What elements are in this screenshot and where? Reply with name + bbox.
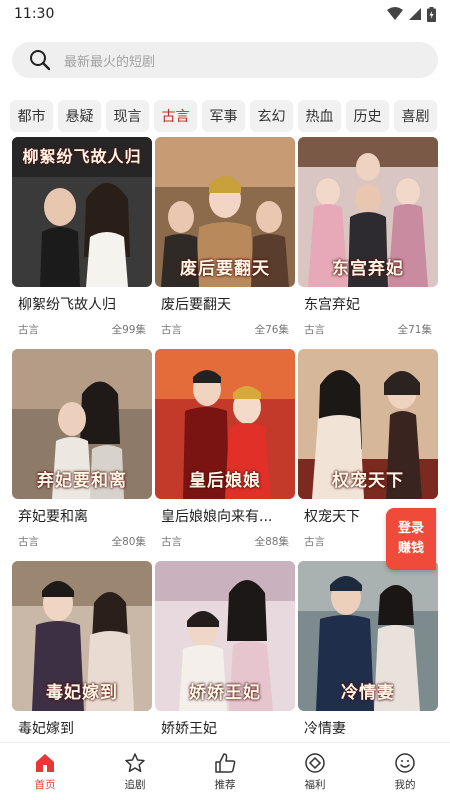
category-tabs: 都市 悬疑 现言 古言 军事 玄幻 热血 历史 喜剧 — [10, 100, 440, 134]
drama-episodes: 全71集 — [397, 324, 432, 336]
nav-following[interactable]: 追剧 — [90, 743, 180, 800]
drama-title[interactable]: 柳絮纷飞故人归 — [12, 294, 146, 314]
promo-line-1: 登录 — [397, 521, 424, 536]
nav-home-label: 首页 — [34, 778, 56, 791]
drama-tag: 古言 — [18, 536, 39, 548]
bottom-nav: 首页 追剧 推荐 福利 我的 — [0, 742, 450, 800]
nav-home[interactable]: 首页 — [0, 743, 90, 800]
drama-poster[interactable]: 弃妃要和离 — [12, 349, 152, 499]
category-tab-lishi[interactable]: 历史 — [346, 100, 389, 132]
search-input[interactable]: 最新最火的短剧 — [64, 51, 155, 70]
home-icon — [36, 753, 54, 772]
drama-card[interactable]: 皇后娘娘 皇后娘娘向来有... 古言 全88集 — [155, 349, 295, 561]
battery-icon — [427, 6, 436, 22]
signal-icon — [409, 8, 421, 20]
gift-diamond-icon — [305, 752, 325, 773]
category-tab-guyan[interactable]: 古言 — [154, 100, 197, 132]
thumbs-up-icon — [215, 752, 236, 773]
star-icon — [125, 752, 145, 772]
drama-tag: 古言 — [161, 536, 182, 548]
drama-poster[interactable]: 冷情妻 — [298, 561, 438, 711]
poster-title: 废后要翻天 — [180, 259, 270, 279]
nav-following-label: 追剧 — [124, 778, 146, 791]
promo-line-2: 赚钱 — [397, 541, 424, 556]
search-bar[interactable]: 最新最火的短剧 — [12, 42, 438, 78]
drama-title[interactable]: 弃妃要和离 — [12, 506, 146, 526]
drama-grid: 柳絮纷飞故人归 柳絮纷飞故人归 古言 全99集 废后要翻天 废后要翻天 古言 全… — [12, 137, 438, 773]
nav-profile-label: 我的 — [394, 778, 416, 791]
drama-title[interactable]: 废后要翻天 — [155, 294, 289, 314]
drama-title[interactable]: 毒妃嫁到 — [12, 718, 146, 738]
drama-tag: 古言 — [161, 324, 182, 336]
drama-card[interactable]: 废后要翻天 废后要翻天 古言 全76集 — [155, 137, 295, 349]
drama-meta: 古言 全76集 — [155, 322, 295, 337]
drama-meta: 古言 全88集 — [155, 534, 295, 549]
drama-tag: 古言 — [304, 536, 325, 548]
drama-card[interactable]: 柳絮纷飞故人归 柳絮纷飞故人归 古言 全99集 — [12, 137, 152, 349]
category-tab-dushi[interactable]: 都市 — [10, 100, 53, 132]
drama-poster[interactable]: 柳絮纷飞故人归 — [12, 137, 152, 287]
drama-tag: 古言 — [304, 324, 325, 336]
poster-title: 娇娇王妃 — [189, 683, 261, 703]
nav-welfare-label: 福利 — [304, 778, 326, 791]
status-bar: 11:30 — [0, 0, 450, 28]
poster-title: 柳絮纷飞故人归 — [22, 147, 142, 166]
login-earn-button[interactable]: 登录 赚钱 — [386, 508, 436, 570]
nav-welfare[interactable]: 福利 — [270, 743, 360, 800]
poster-title: 东宫弃妃 — [332, 259, 404, 279]
drama-meta: 古言 全99集 — [12, 322, 152, 337]
category-tab-xianyan[interactable]: 现言 — [106, 100, 149, 132]
category-tab-junshi[interactable]: 军事 — [202, 100, 245, 132]
drama-poster[interactable]: 权宠天下 — [298, 349, 438, 499]
poster-title: 皇后娘娘 — [189, 471, 261, 491]
category-tab-xuanhuan[interactable]: 玄幻 — [250, 100, 293, 132]
drama-meta: 古言 全80集 — [12, 534, 152, 549]
drama-episodes: 全88集 — [254, 536, 289, 548]
drama-poster[interactable]: 东宫弃妃 — [298, 137, 438, 287]
drama-episodes: 全76集 — [254, 324, 289, 336]
status-icons — [387, 6, 436, 22]
search-icon — [30, 50, 51, 71]
poster-title: 弃妃要和离 — [37, 471, 127, 491]
status-time: 11:30 — [14, 6, 55, 22]
poster-title: 冷情妻 — [341, 683, 395, 703]
drama-card[interactable]: 弃妃要和离 弃妃要和离 古言 全80集 — [12, 349, 152, 561]
nav-recommend-label: 推荐 — [214, 778, 236, 791]
drama-episodes: 全99集 — [111, 324, 146, 336]
drama-title[interactable]: 娇娇王妃 — [155, 718, 289, 738]
category-tab-xiju[interactable]: 喜剧 — [394, 100, 437, 132]
smiley-icon — [395, 752, 415, 773]
drama-episodes: 全80集 — [111, 536, 146, 548]
nav-recommend[interactable]: 推荐 — [180, 743, 270, 800]
poster-title: 毒妃嫁到 — [46, 683, 118, 703]
drama-poster[interactable]: 毒妃嫁到 — [12, 561, 152, 711]
drama-title[interactable]: 冷情妻 — [298, 718, 432, 738]
wifi-icon — [387, 7, 403, 20]
category-tab-rexue[interactable]: 热血 — [298, 100, 341, 132]
drama-title[interactable]: 东宫弃妃 — [298, 294, 432, 314]
poster-title: 权宠天下 — [332, 471, 404, 491]
drama-poster[interactable]: 废后要翻天 — [155, 137, 295, 287]
drama-card[interactable]: 东宫弃妃 东宫弃妃 古言 全71集 — [298, 137, 438, 349]
drama-poster[interactable]: 皇后娘娘 — [155, 349, 295, 499]
drama-poster[interactable]: 娇娇王妃 — [155, 561, 295, 711]
drama-meta: 古言 全71集 — [298, 322, 438, 337]
drama-tag: 古言 — [18, 324, 39, 336]
drama-title[interactable]: 皇后娘娘向来有... — [155, 506, 289, 526]
nav-profile[interactable]: 我的 — [360, 743, 450, 800]
category-tab-xuanyi[interactable]: 悬疑 — [58, 100, 101, 132]
